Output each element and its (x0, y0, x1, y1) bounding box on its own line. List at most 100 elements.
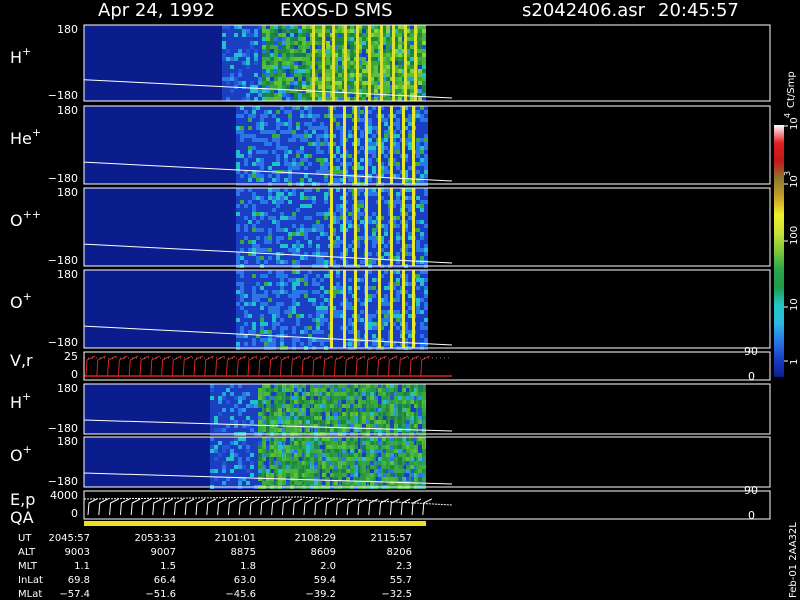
spectrogram-background (84, 384, 210, 434)
panel-ytick-bottom: −180 (48, 336, 78, 349)
panel-ytick-bottom: −180 (48, 422, 78, 435)
spectrogram-stripe (330, 270, 333, 348)
header-file: s2042406.asr (522, 0, 646, 21)
panel-label-sup: + (23, 443, 32, 456)
panel-2: O++ 180 −180 (10, 186, 771, 268)
exos-d-sms-plot: Apr 24, 1992 EXOS-D SMS s2042406.asr 20:… (10, 0, 800, 600)
panel-label-base: H (10, 48, 22, 67)
spectrogram-stripe (354, 106, 357, 184)
panel-label-base: O (10, 211, 23, 230)
panel-ytick-bottom: −180 (48, 172, 78, 185)
spectrogram-stripe (330, 188, 333, 266)
ephemeris-cell: 66.4 (154, 575, 176, 586)
spectrogram-background (84, 25, 222, 101)
spectrogram-stripe (322, 25, 325, 101)
ephemeris-cell: 2.0 (320, 561, 336, 572)
spectrogram-stripe (392, 25, 395, 101)
ephemeris-cell: 1.8 (240, 561, 256, 572)
spectrogram-stripe (404, 25, 407, 101)
ephemeris-cell: 59.4 (314, 575, 336, 586)
panel-label: E,p (10, 490, 35, 509)
ephemeris-cell: 2108:29 (294, 533, 336, 544)
ephemeris-cell: 55.7 (390, 575, 412, 586)
panel-label: O+ (10, 443, 32, 465)
ephemeris-cell: 2101:01 (214, 533, 256, 544)
spectrogram-stripe (402, 106, 405, 184)
ephemeris-cell: −51.6 (145, 589, 176, 600)
ephemeris-cell: 8609 (311, 547, 336, 558)
ephemeris-row-label: UT (18, 533, 32, 544)
panel-ytick-top: 180 (57, 268, 78, 281)
ephemeris-cell: −45.6 (225, 589, 256, 600)
panel-ytick-top: 180 (57, 23, 78, 36)
spectrogram-stripe (343, 188, 346, 266)
spectrogram-stripe (390, 188, 393, 266)
panel-label-base: V,r (10, 351, 33, 370)
panel-label-sup: + (32, 126, 41, 139)
spectrogram-stripe (365, 106, 368, 184)
panel-6: O+180−180 (10, 435, 771, 489)
ephemeris-cell: 8875 (231, 547, 256, 558)
spectrogram-stripe (312, 25, 315, 101)
spectrogram-stripe (354, 188, 357, 266)
colorbar-tick-label: 10 (789, 175, 800, 188)
panel-label: O+ (10, 290, 32, 312)
spectrogram-background (84, 270, 236, 348)
ephemeris-cell: 1.5 (160, 561, 176, 572)
colorbar-unit: Ct/Smp (786, 71, 797, 108)
panel-stack: H+180−180He+180−180O++180−180O+180−180V,… (10, 23, 771, 522)
panel-0: H+ 180 −180 (10, 23, 771, 102)
ephemeris-cell: 69.8 (68, 575, 90, 586)
ephemeris-cell: 9007 (151, 547, 176, 558)
spectrogram-stripe (380, 25, 383, 101)
ephemeris-cell: −32.5 (381, 589, 412, 600)
ephemeris-cell: 63.0 (234, 575, 256, 586)
panel-ytick-bottom: 0 (71, 368, 78, 381)
spectrogram-stripe (368, 25, 371, 101)
colorbar-scale (774, 125, 784, 377)
spectrogram-stripe (354, 270, 357, 348)
spectrogram-stripe (344, 25, 347, 101)
ep-series (87, 498, 433, 516)
spectrogram-stripe (378, 270, 381, 348)
panel-label-base: He (10, 129, 32, 148)
panel-5: H+180−180 (10, 382, 771, 436)
ephemeris-cell: 2045:57 (48, 533, 90, 544)
spectrogram-stripe (412, 270, 415, 348)
spectrogram-stripe (332, 25, 335, 101)
spectrogram-background (84, 188, 236, 266)
header-date: Apr 24, 1992 (98, 0, 215, 21)
panel-label: V,r (10, 351, 33, 370)
spectrogram-stripe (402, 270, 405, 348)
qa-label: QA (10, 508, 34, 527)
spectrogram-stripe (356, 25, 359, 101)
spectrogram-stripe (378, 188, 381, 266)
panel-label-base: O (10, 446, 23, 465)
spectrogram-stripe (412, 106, 415, 184)
panel-right-tick-bottom: 0 (748, 370, 755, 383)
panel-label-sup: ++ (23, 208, 41, 221)
qa-bar (84, 521, 426, 526)
colorbar-tick-label: 1 (789, 359, 800, 365)
colorbar-tick-exponent: 3 (783, 171, 792, 176)
ephemeris-row-label: ALT (18, 547, 36, 558)
header-time: 20:45:57 (658, 0, 739, 21)
panel-right-tick-bottom: 0 (748, 509, 755, 522)
spectrogram-stripe (343, 270, 346, 348)
panel-ytick-bottom: −180 (48, 89, 78, 102)
panel-label-base: H (10, 393, 22, 412)
panel-ytick-top: 180 (57, 104, 78, 117)
panel-ytick-top: 25 (64, 350, 78, 363)
panel-ytick-bottom: −180 (48, 254, 78, 267)
colorbar-tick-label: 10 (789, 117, 800, 130)
spectrogram-stripe (390, 270, 393, 348)
panel-ytick-bottom: −180 (48, 475, 78, 488)
ephemeris-cell: 2053:33 (134, 533, 176, 544)
colorbar-tick-label: 100 (789, 226, 800, 245)
header-mission: EXOS-D SMS (280, 0, 393, 21)
panel-label: H+ (10, 45, 31, 67)
panel-ytick-top: 4000 (50, 489, 78, 502)
panel-3: O+ 180 −180 (10, 268, 771, 350)
panel-7: E,p 40000900 (10, 484, 771, 522)
colorbar-tick-label: 10 (789, 298, 800, 311)
